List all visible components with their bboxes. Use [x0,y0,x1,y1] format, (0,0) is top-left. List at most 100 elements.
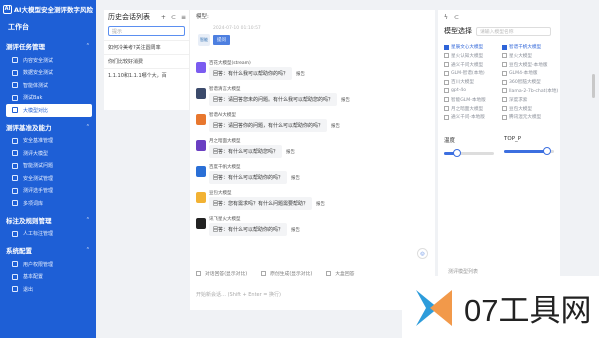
checkbox-icon [444,53,449,59]
nav-group-title[interactable]: 测评基准及能力 ⌃ [0,117,96,135]
sidebar-item[interactable]: 内容安全测试 [0,54,96,67]
model-checkbox[interactable]: 星火大模型 [502,53,560,59]
history-item[interactable]: 如何冷美考?关注圆周率 [104,40,189,54]
collapse-icon[interactable]: ⊂ [171,14,176,21]
sidebar-item[interactable]: 退出 [0,283,96,296]
sidebar-item[interactable]: 智能测试问题 [0,160,96,173]
bubble-row: 回答：有什么可以帮助您吗？ 报告 [209,145,295,158]
system-logo: 智能 [198,34,210,46]
bubble-row: 回答：有什么可以帮助你的吗？ 报告 [209,171,300,184]
add-icon[interactable]: + [161,14,166,21]
model-checkbox[interactable]: 360智脑大模型 [502,79,560,85]
sidebar-item[interactable]: 测评选手管理 [0,185,96,198]
model-checkbox[interactable]: gpt-4o [444,88,502,94]
model-checkbox[interactable]: 月之暗面大模型 [444,106,502,112]
menu-icon[interactable]: ≡ [181,14,186,21]
collapse-icon[interactable]: ⊂ [454,14,459,21]
sidebar-item[interactable]: 人工标注管理 [0,228,96,241]
scrollbar[interactable] [592,74,595,98]
sidebar-item-label: 退出 [23,286,34,293]
model-checkbox[interactable]: 腾讯混元大模型 [502,114,560,120]
report-link[interactable]: 报告 [331,123,340,129]
model-checkbox[interactable]: llama-2-7b-chat(本地) [502,88,560,94]
sidebar-item[interactable]: 智能体测试 [0,79,96,92]
model-label: llama-2-7b-chat(本地) [509,88,559,94]
model-checkbox[interactable]: 星火认知大模型 [444,53,502,59]
history-tools: + ⊂ ≡ [161,14,186,21]
report-link[interactable]: 报告 [316,201,325,207]
model-checkbox[interactable]: 百川大模型 [444,79,502,85]
model-checkbox[interactable]: 星辰文心大模型 [444,44,502,50]
nav-group-title[interactable]: 标注及规则管理 ⌃ [0,210,96,228]
sidebar-item-label: 内容安全测试 [23,57,54,64]
compare-checkbox[interactable] [326,270,332,276]
model-name: 百花大模型(stream) [209,61,251,66]
chat-input[interactable]: 开始新会话… (Shift + Enter = 换行) [196,291,281,298]
model-checkbox[interactable]: 豆包大模型-本地版 [502,62,560,68]
sidebar-item[interactable]: 多项词库 [0,197,96,210]
param-slider: 温度 [444,136,494,158]
sidebar-item[interactable]: 安全测试管理 [0,172,96,185]
model-checkbox[interactable]: 通义千问大模型 [444,62,502,68]
history-search-input[interactable]: 提示 [108,26,185,36]
menu-item-icon [12,230,18,237]
report-link[interactable]: 报告 [291,227,300,233]
report-link[interactable]: 报告 [341,97,350,103]
sidebar-item[interactable]: 安全基准管理 [0,135,96,148]
sidebar-item[interactable]: 测评大模型 [0,147,96,160]
watermark-text: 07工具网 [464,292,592,328]
history-item[interactable]: 1.1.10和1.1.1哪个大，百 [104,68,189,82]
slider-handle[interactable] [542,147,551,156]
message-body: 月之暗面大模型 回答：有什么可以帮助您吗？ 报告 [209,138,295,158]
model-name: 讯飞星火大模型 [209,217,241,222]
report-link[interactable]: 报告 [296,71,305,77]
brand-title: AI大模型安全测评数字风险 [14,6,93,14]
model-label: gpt-4o [451,88,467,94]
sidebar-item[interactable]: 测试Bak [0,92,96,105]
history-item[interactable]: 你们比较好消费 [104,54,189,68]
compare-checkbox[interactable] [196,270,201,276]
model-avatar-icon [196,166,206,177]
menu-item-icon [12,107,18,114]
compare-toggle-button[interactable]: ◎ [417,248,428,259]
model-label: GLM-智谱(本地) [451,71,485,77]
model-checkbox[interactable]: 智能GLM-本地版 [444,97,502,103]
slider-handle[interactable] [452,149,461,158]
nav-group-title[interactable]: 系统配置 ⌃ [0,240,96,258]
nav-group-label: 系统配置 [6,247,32,255]
sidebar: AI AI大模型安全测评数字风险 工作台 测评任务管理 ⌃ 内容安全测试 数据安全测试… [0,0,96,338]
sidebar-item[interactable]: 基本配置 [0,271,96,284]
checkbox-checked-icon [444,44,449,50]
sidebar-item[interactable]: 数据安全测试 [0,67,96,80]
report-link[interactable]: 报告 [291,175,300,181]
model-checkbox[interactable]: 智谱千帆大模型 [502,44,560,50]
sidebar-item[interactable]: 用户权限管理 [0,258,96,271]
chevron-up-icon: ⌃ [85,216,90,223]
panel-tools: ϟ ⊂ [438,10,560,24]
history-list: 如何冷美考?关注圆周率 你们比较好消费 1.1.10和1.1.1哪个大，百 [104,40,189,82]
chat-header: 模型: [196,14,209,20]
checkbox-icon [502,53,507,59]
menu-item-icon [12,175,18,182]
message-list: 百花大模型(stream) 回答：有什么我可以帮助你的吗？ 报告 智谱清言大模型 回答：… [190,60,435,242]
model-name: 豆包大模型 [209,191,232,196]
model-search-input[interactable]: 请输入模型名称 [476,26,551,36]
model-checkbox[interactable]: GLM-智谱(本地) [444,70,502,76]
slider-track[interactable] [504,147,554,156]
workbench-label[interactable]: 工作台 [0,18,96,36]
model-checkbox[interactable]: 通义千问-本地版 [444,114,502,120]
model-label: 月之暗面大模型 [451,106,484,112]
model-label: 通义千问-本地版 [451,115,485,121]
sidebar-item[interactable]: 大模型对比 [6,104,92,117]
model-checkbox[interactable]: 深度求索 [502,97,560,103]
model-checkbox[interactable]: 豆包大模型 [502,106,560,112]
report-link[interactable]: 报告 [286,149,295,155]
flash-icon[interactable]: ϟ [444,14,448,21]
slider-track[interactable] [444,149,494,158]
model-checkbox[interactable]: GLM4-本地版 [502,70,560,76]
answer-bubble: 回答：有什么可以帮助你的吗？ [209,171,288,184]
compare-checkbox[interactable] [261,270,267,276]
nav-group-title[interactable]: 测评任务管理 ⌃ [0,36,96,54]
model-name: 月之暗面大模型 [209,139,241,144]
checkbox-icon [444,88,449,94]
